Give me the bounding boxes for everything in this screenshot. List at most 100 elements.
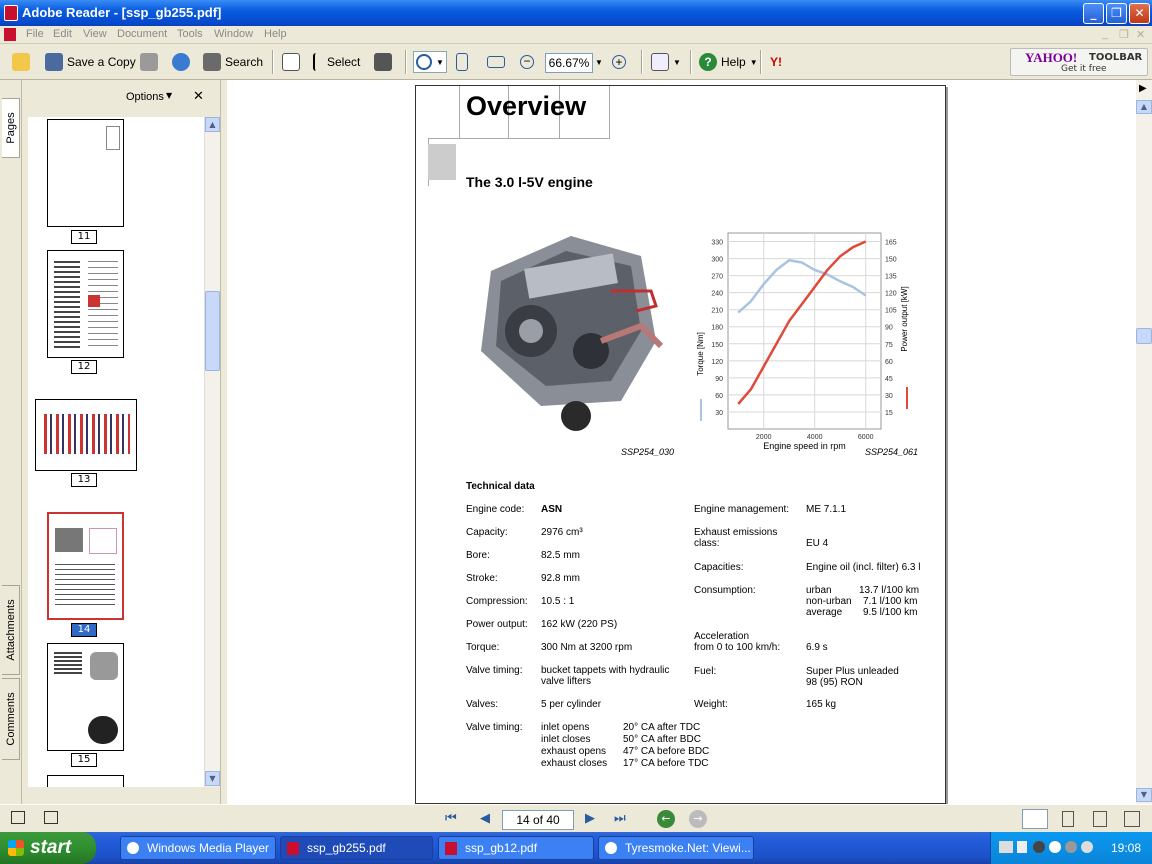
rotate-view-button[interactable]: ▼ — [651, 51, 681, 73]
doc-restore-button[interactable]: ❐ — [1119, 28, 1129, 41]
page-subheading: The 3.0 l-5V engine — [466, 174, 593, 190]
tray-app-icon[interactable] — [1049, 841, 1061, 853]
hand-icon — [282, 53, 300, 71]
yahoo-toolbar-ad[interactable]: YAHOO! TOOLBAR Get it free — [1010, 48, 1148, 76]
minimize-button[interactable]: _ — [1083, 3, 1104, 24]
fit-width-button[interactable] — [487, 51, 505, 73]
page-thumbnail[interactable] — [47, 643, 124, 751]
menu-tools[interactable]: Tools — [177, 28, 203, 40]
single-page-view-button[interactable] — [1022, 809, 1048, 829]
close-button[interactable]: ✕ — [1129, 3, 1150, 24]
task-windows-media-player[interactable]: Windows Media Player — [120, 836, 276, 860]
menu-window[interactable]: Window — [214, 28, 253, 40]
window-icon[interactable] — [11, 811, 25, 824]
tab-comments[interactable]: Comments — [2, 678, 20, 760]
tab-pages-label: Pages — [4, 112, 17, 144]
y2-tick-label: 165 — [885, 240, 897, 247]
consumption-value: 9.5 l/100 km — [863, 607, 918, 618]
page-number-input[interactable]: 14 of 40 — [502, 810, 574, 830]
task-tyresmoke[interactable]: Tyresmoke.Net: Viewi... — [598, 836, 754, 860]
open-button[interactable] — [12, 51, 30, 73]
tech-value: ASN — [541, 504, 563, 515]
document-scrollbar[interactable]: ▶ ▲ ▼ — [1136, 80, 1152, 804]
zoom-out-tool-button[interactable]: ▼ — [413, 51, 447, 73]
page-thumbnail-current[interactable] — [47, 512, 124, 620]
y-tick-label: 240 — [711, 291, 723, 298]
chevron-down-icon: ▼ — [595, 57, 603, 67]
last-page-button[interactable]: ⏭ — [614, 811, 626, 826]
volume-icon[interactable] — [1017, 841, 1027, 853]
scroll-up-button[interactable]: ▲ — [1136, 100, 1152, 114]
tray-app-icon[interactable] — [1081, 841, 1093, 853]
y2-tick-label: 45 — [885, 376, 893, 383]
restore-button[interactable]: ❐ — [1106, 3, 1127, 24]
zoom-out-button[interactable]: − — [520, 51, 534, 73]
close-panel-button[interactable]: ✕ — [193, 89, 204, 104]
select-tool-button[interactable]: Select — [313, 51, 360, 73]
valve-event: inlet opens — [541, 722, 590, 733]
fit-page-button[interactable] — [456, 51, 468, 73]
tech-label: Weight: — [694, 699, 728, 710]
magnifier-icon — [416, 54, 432, 70]
menu-help[interactable]: Help — [264, 28, 287, 40]
next-page-button[interactable]: ▶ — [585, 811, 595, 826]
doc-minimize-button[interactable]: _ — [1102, 28, 1108, 40]
page-thumbnail[interactable] — [47, 775, 124, 787]
page-thumbnail[interactable] — [47, 250, 124, 358]
save-copy-button[interactable]: Save a Copy — [45, 51, 136, 73]
menu-document[interactable]: Document — [117, 28, 167, 40]
adobe-reader-icon — [4, 5, 18, 21]
tech-value: 82.5 mm — [541, 550, 580, 561]
first-page-button[interactable]: ⏮ — [445, 811, 457, 826]
continuous-view-button[interactable] — [1062, 811, 1074, 827]
page-thumbnail[interactable] — [35, 399, 137, 471]
print-button[interactable] — [140, 51, 158, 73]
scroll-up-button[interactable]: ▲ — [205, 117, 220, 132]
help-button[interactable]: ? Help ▼ — [699, 51, 758, 73]
tech-label: Exhaust emissions — [694, 527, 778, 538]
back-icon[interactable]: ← — [657, 810, 675, 828]
task-ssp-gb12[interactable]: ssp_gb12.pdf — [438, 836, 594, 860]
tech-value: bucket tappets with hydraulic — [541, 665, 670, 676]
binoculars-icon — [203, 53, 221, 71]
doc-close-button[interactable]: ✕ — [1136, 28, 1145, 41]
thumbnail-scrollbar[interactable]: ▲ ▼ — [204, 117, 220, 787]
pages-panel: Options ▼ ✕ 11 12 13 14 15 ▲ ▼ — [22, 80, 220, 804]
menu-edit[interactable]: Edit — [53, 28, 72, 40]
scroll-down-button[interactable]: ▼ — [205, 771, 220, 786]
scroll-down-button[interactable]: ▼ — [1136, 788, 1152, 802]
zoom-in-button[interactable]: + — [612, 51, 626, 73]
hand-tool-button[interactable] — [282, 51, 300, 73]
start-button[interactable]: start — [0, 832, 96, 864]
scroll-thumb[interactable] — [1136, 328, 1152, 344]
yahoo-button[interactable]: Y! — [770, 51, 782, 73]
page-thumbnail[interactable] — [47, 119, 124, 227]
tab-pages[interactable]: Pages — [2, 98, 20, 158]
options-menu[interactable]: Options — [126, 91, 164, 103]
task-ssp-gb255[interactable]: ssp_gb255.pdf — [280, 836, 433, 860]
continuous-facing-view-button[interactable] — [1124, 811, 1140, 827]
thumbnail-list[interactable]: 11 12 13 14 15 — [28, 117, 204, 787]
y-tick-label: 30 — [715, 410, 723, 417]
prev-page-button[interactable]: ◀ — [480, 811, 490, 826]
menu-file[interactable]: File — [26, 28, 44, 40]
zoom-dropdown-button[interactable]: ▼ — [595, 51, 603, 73]
menu-view[interactable]: View — [83, 28, 107, 40]
facing-view-button[interactable] — [1093, 811, 1107, 827]
forward-icon[interactable]: → — [689, 810, 707, 828]
tab-attachments[interactable]: Attachments — [2, 585, 20, 675]
zoom-input[interactable]: 66.67% — [545, 53, 593, 73]
scroll-thumb[interactable] — [205, 291, 220, 371]
right-arrow-icon[interactable]: ▶ — [1139, 83, 1147, 94]
tray-app-icon[interactable] — [1065, 841, 1077, 853]
minimize-panel-icon[interactable] — [44, 811, 58, 824]
tech-label: Capacity: — [466, 527, 508, 538]
tray-app-icon[interactable] — [1033, 841, 1045, 853]
snapshot-button[interactable] — [374, 51, 392, 73]
email-button[interactable] — [172, 51, 190, 73]
panel-splitter[interactable] — [220, 80, 227, 804]
windows-logo-icon — [8, 840, 24, 856]
network-icon[interactable] — [999, 841, 1013, 853]
consumption-kind: urban — [806, 585, 832, 596]
search-button[interactable]: Search — [203, 51, 263, 73]
